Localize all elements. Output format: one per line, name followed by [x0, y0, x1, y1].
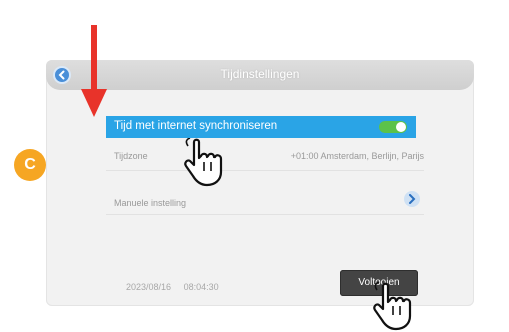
- timezone-value: +01:00 Amsterdam, Berlijn, Parijs: [290, 151, 424, 161]
- current-time: 08:04:30: [183, 282, 219, 292]
- title-bar: Tijdinstellingen: [46, 60, 474, 90]
- timezone-row[interactable]: Tijdzone +01:00 Amsterdam, Berlijn, Pari…: [106, 144, 424, 171]
- sync-toggle[interactable]: [379, 121, 407, 133]
- manual-setting-arrow-button[interactable]: [404, 191, 420, 207]
- timezone-label: Tijdzone: [114, 151, 148, 161]
- sync-internet-time-row[interactable]: Tijd met internet synchroniseren: [106, 116, 416, 138]
- hand-pointer-icon: [184, 138, 223, 187]
- current-date: 2023/08/16: [126, 282, 172, 292]
- current-datetime: 2023/08/16 08:04:30: [126, 282, 229, 292]
- sync-label: Tijd met internet synchroniseren: [114, 120, 278, 132]
- manual-setting-row[interactable]: Manuele instelling: [106, 188, 424, 215]
- toggle-knob: [396, 122, 406, 132]
- arrow-down-icon: [81, 25, 107, 117]
- settings-screen: Tijdinstellingen Tijd met internet synch…: [46, 60, 474, 306]
- callout-badge: C: [14, 149, 46, 181]
- hand-pointer-icon: [373, 282, 412, 331]
- chevron-right-icon: [409, 194, 416, 204]
- manual-setting-label: Manuele instelling: [114, 198, 187, 208]
- page-title: Tijdinstellingen: [220, 67, 300, 81]
